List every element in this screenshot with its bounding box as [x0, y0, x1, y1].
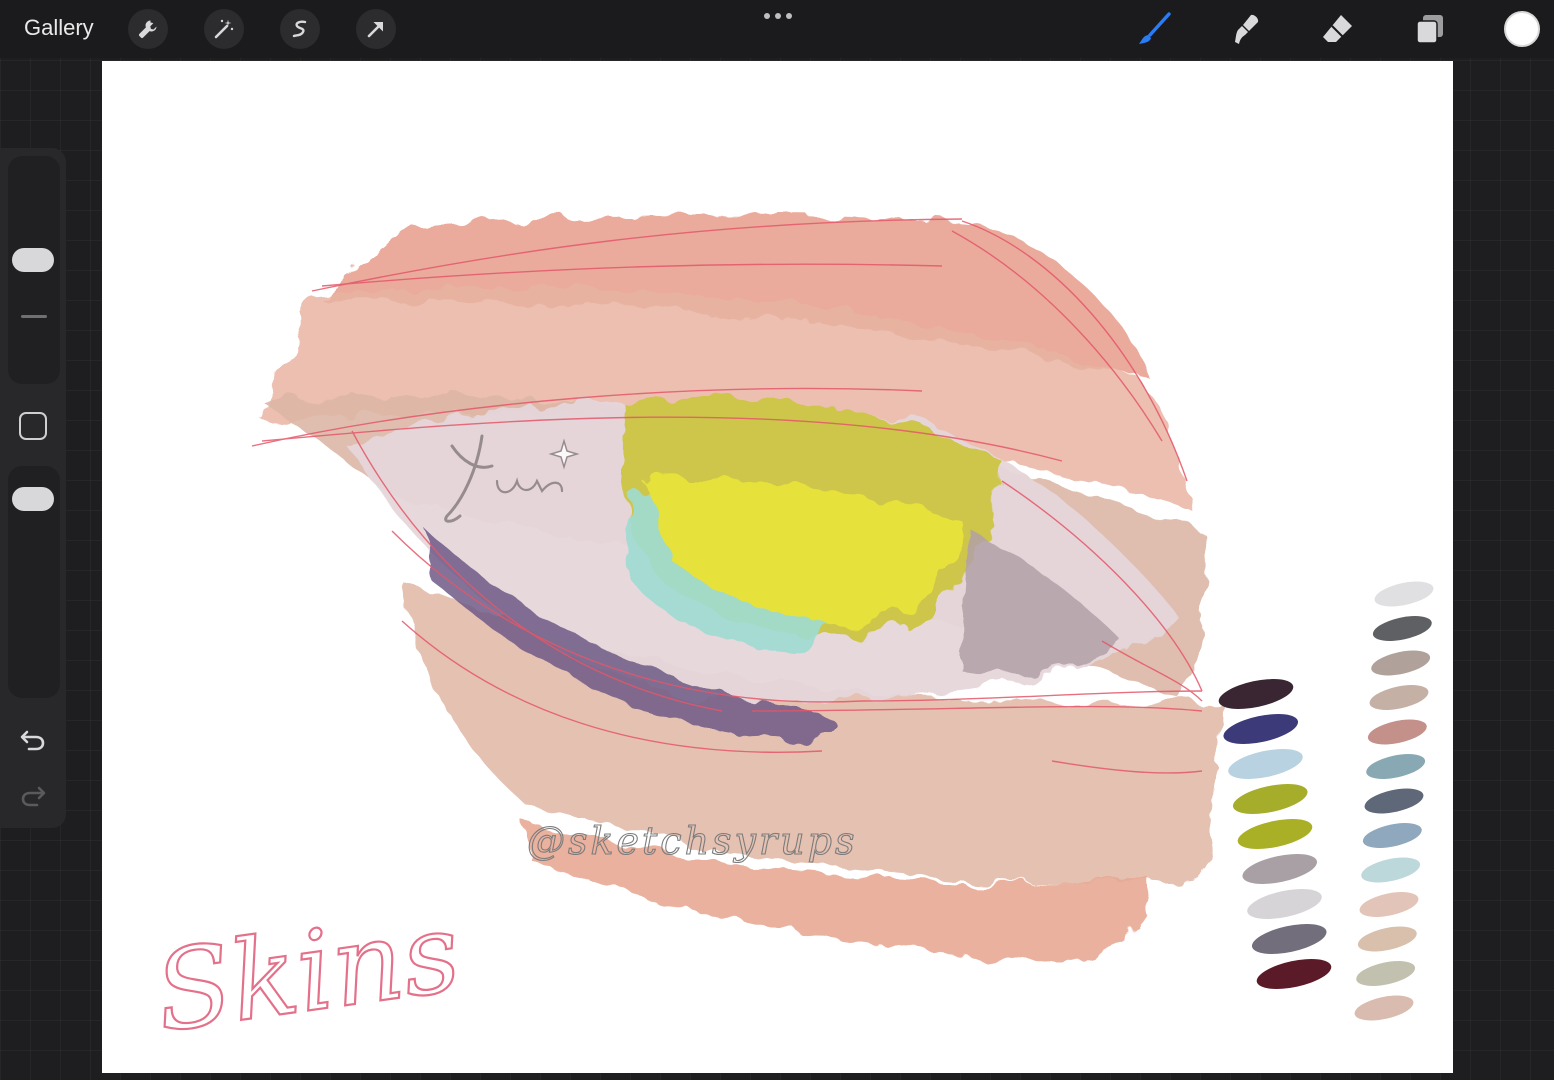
palette-swatch [1356, 961, 1416, 986]
palette-swatch [1359, 892, 1419, 917]
palette-swatch [1372, 616, 1432, 641]
palette-swatch [1366, 754, 1426, 779]
top-toolbar: Gallery [0, 0, 1554, 58]
actions-button[interactable] [128, 9, 168, 49]
selection-button[interactable] [280, 9, 320, 49]
layers-icon [1416, 15, 1443, 44]
paint-tool-button[interactable] [1134, 9, 1174, 49]
palette-swatch [1247, 889, 1322, 919]
gallery-button[interactable]: Gallery [24, 15, 94, 41]
palette-swatch [1374, 581, 1434, 607]
handle-watermark: @sketchsyrups [527, 819, 857, 863]
palette-swatch [1256, 959, 1332, 989]
handwritten-label: Skins [148, 888, 467, 1057]
color-picker-button[interactable] [1504, 11, 1540, 47]
palette-swatch [1369, 685, 1429, 710]
selection-icon [292, 20, 307, 38]
palette-swatch [1367, 719, 1427, 745]
more-options-button[interactable] [762, 8, 794, 24]
layers-button[interactable] [1410, 9, 1450, 49]
smudge-icon [1235, 14, 1259, 44]
wrench-icon [139, 20, 157, 38]
palette-swatch [1354, 995, 1414, 1021]
slider-divider [21, 315, 47, 318]
transform-arrow-icon [367, 22, 383, 38]
color-palette-left [1218, 679, 1332, 989]
transform-button[interactable] [356, 9, 396, 49]
undo-arrow-icon[interactable] [18, 724, 48, 754]
palette-swatch [1242, 854, 1318, 884]
palette-swatch [1228, 749, 1303, 779]
palette-swatch [1361, 857, 1421, 883]
brush-size-slider-thumb[interactable] [12, 247, 54, 272]
eyedropper-modify-button[interactable] [19, 412, 47, 440]
eraser-icon [1323, 15, 1352, 42]
artwork: @sketchsyrups Skins [147, 214, 1434, 1058]
smudge-tool-button[interactable] [1226, 9, 1266, 49]
dot-icon [786, 13, 792, 19]
palette-swatch [1362, 823, 1422, 848]
adjustments-button[interactable] [204, 9, 244, 49]
dot-icon [764, 13, 770, 19]
palette-swatch [1251, 924, 1327, 954]
color-palette-right [1354, 581, 1434, 1021]
dot-icon [775, 13, 781, 19]
brush-icon [1139, 12, 1171, 44]
palette-swatch [1357, 926, 1417, 952]
magic-wand-icon [214, 19, 234, 39]
palette-swatch [1364, 788, 1424, 814]
opacity-slider-thumb[interactable] [12, 486, 54, 511]
palette-swatch [1223, 714, 1299, 744]
drawing-canvas[interactable]: @sketchsyrups Skins [102, 61, 1453, 1073]
palette-swatch [1232, 784, 1308, 814]
palette-swatch [1218, 679, 1294, 709]
redo-arrow-icon[interactable] [18, 780, 48, 810]
eraser-tool-button[interactable] [1318, 9, 1358, 49]
palette-swatch [1371, 650, 1431, 676]
left-sidebar [0, 148, 66, 828]
palette-swatch [1237, 819, 1313, 849]
